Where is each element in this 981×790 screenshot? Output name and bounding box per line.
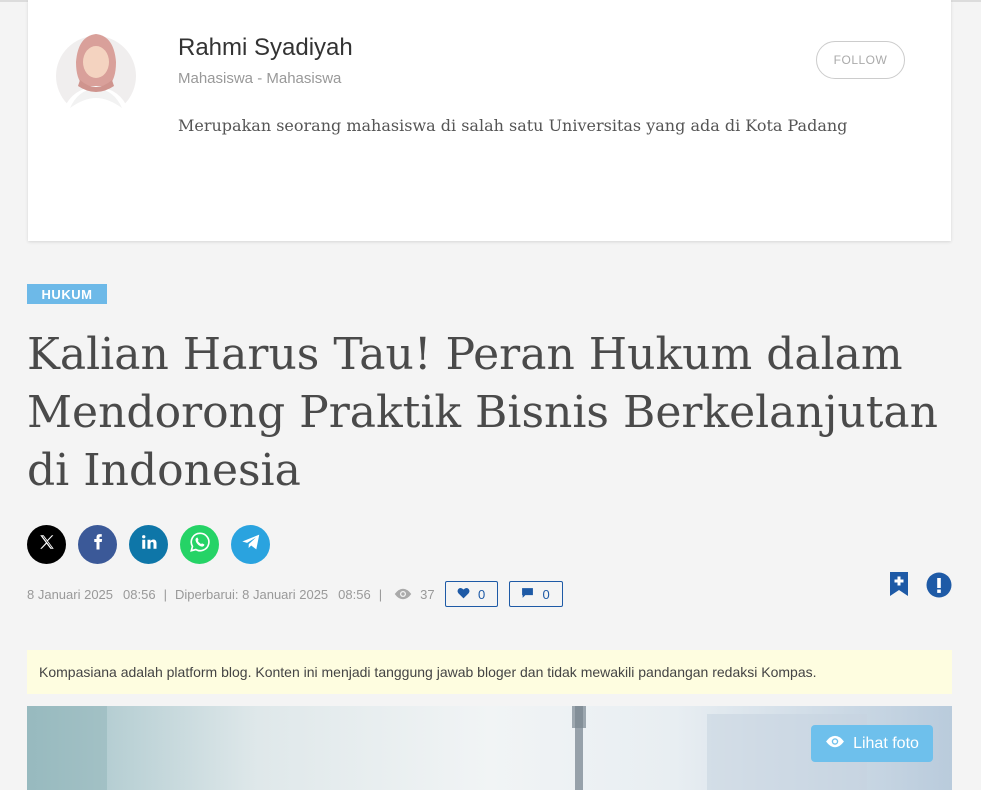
share-facebook-button[interactable] (78, 525, 117, 564)
author-bio: Merupakan seorang mahasiswa di salah sat… (178, 116, 848, 135)
eye-icon (825, 735, 845, 753)
view-photo-label: Lihat foto (853, 734, 919, 752)
follow-button[interactable]: FOLLOW (816, 41, 905, 79)
telegram-icon (240, 531, 262, 558)
author-name[interactable]: Rahmi Syadiyah (178, 34, 353, 62)
featured-image[interactable]: Lihat foto (27, 706, 952, 790)
share-telegram-button[interactable] (231, 525, 270, 564)
disclaimer-notice: Kompasiana adalah platform blog. Konten … (27, 650, 952, 694)
meta-separator: | (378, 586, 383, 602)
like-count: 0 (477, 586, 486, 602)
report-icon[interactable] (926, 572, 952, 603)
share-linkedin-button[interactable] (129, 525, 168, 564)
eye-icon (394, 588, 412, 600)
article-meta: 8 Januari 2025 08:56 | Diperbarui: 8 Jan… (27, 581, 563, 607)
meta-separator: | (163, 586, 167, 602)
publish-date: 8 Januari 2025 (27, 586, 114, 602)
updated-date: Diperbarui: 8 Januari 2025 (174, 586, 329, 602)
share-x-button[interactable] (27, 525, 66, 564)
comment-button[interactable]: 0 (508, 581, 563, 607)
category-badge[interactable]: HUKUM (27, 284, 107, 304)
article-title: Kalian Harus Tau! Peran Hukum dalam Mend… (27, 329, 938, 496)
publish-time: 08:56 (123, 586, 156, 602)
heart-icon (457, 587, 470, 602)
author-avatar[interactable] (56, 28, 136, 118)
like-button[interactable]: 0 (444, 581, 498, 607)
whatsapp-icon (189, 531, 211, 558)
comment-count: 0 (542, 586, 550, 602)
view-photo-button[interactable]: Lihat foto (811, 725, 933, 762)
view-count: 37 (420, 586, 435, 602)
facebook-icon (89, 533, 107, 556)
share-whatsapp-button[interactable] (180, 525, 219, 564)
linkedin-icon (140, 533, 158, 556)
author-role: Mahasiswa - Mahasiswa (178, 70, 342, 87)
bookmark-icon[interactable] (888, 571, 910, 602)
author-card: Rahmi Syadiyah Mahasiswa - Mahasiswa FOL… (28, 0, 951, 241)
updated-time: 08:56 (338, 586, 371, 602)
share-bar (27, 525, 270, 564)
x-icon (38, 533, 56, 556)
comment-icon (521, 587, 534, 602)
